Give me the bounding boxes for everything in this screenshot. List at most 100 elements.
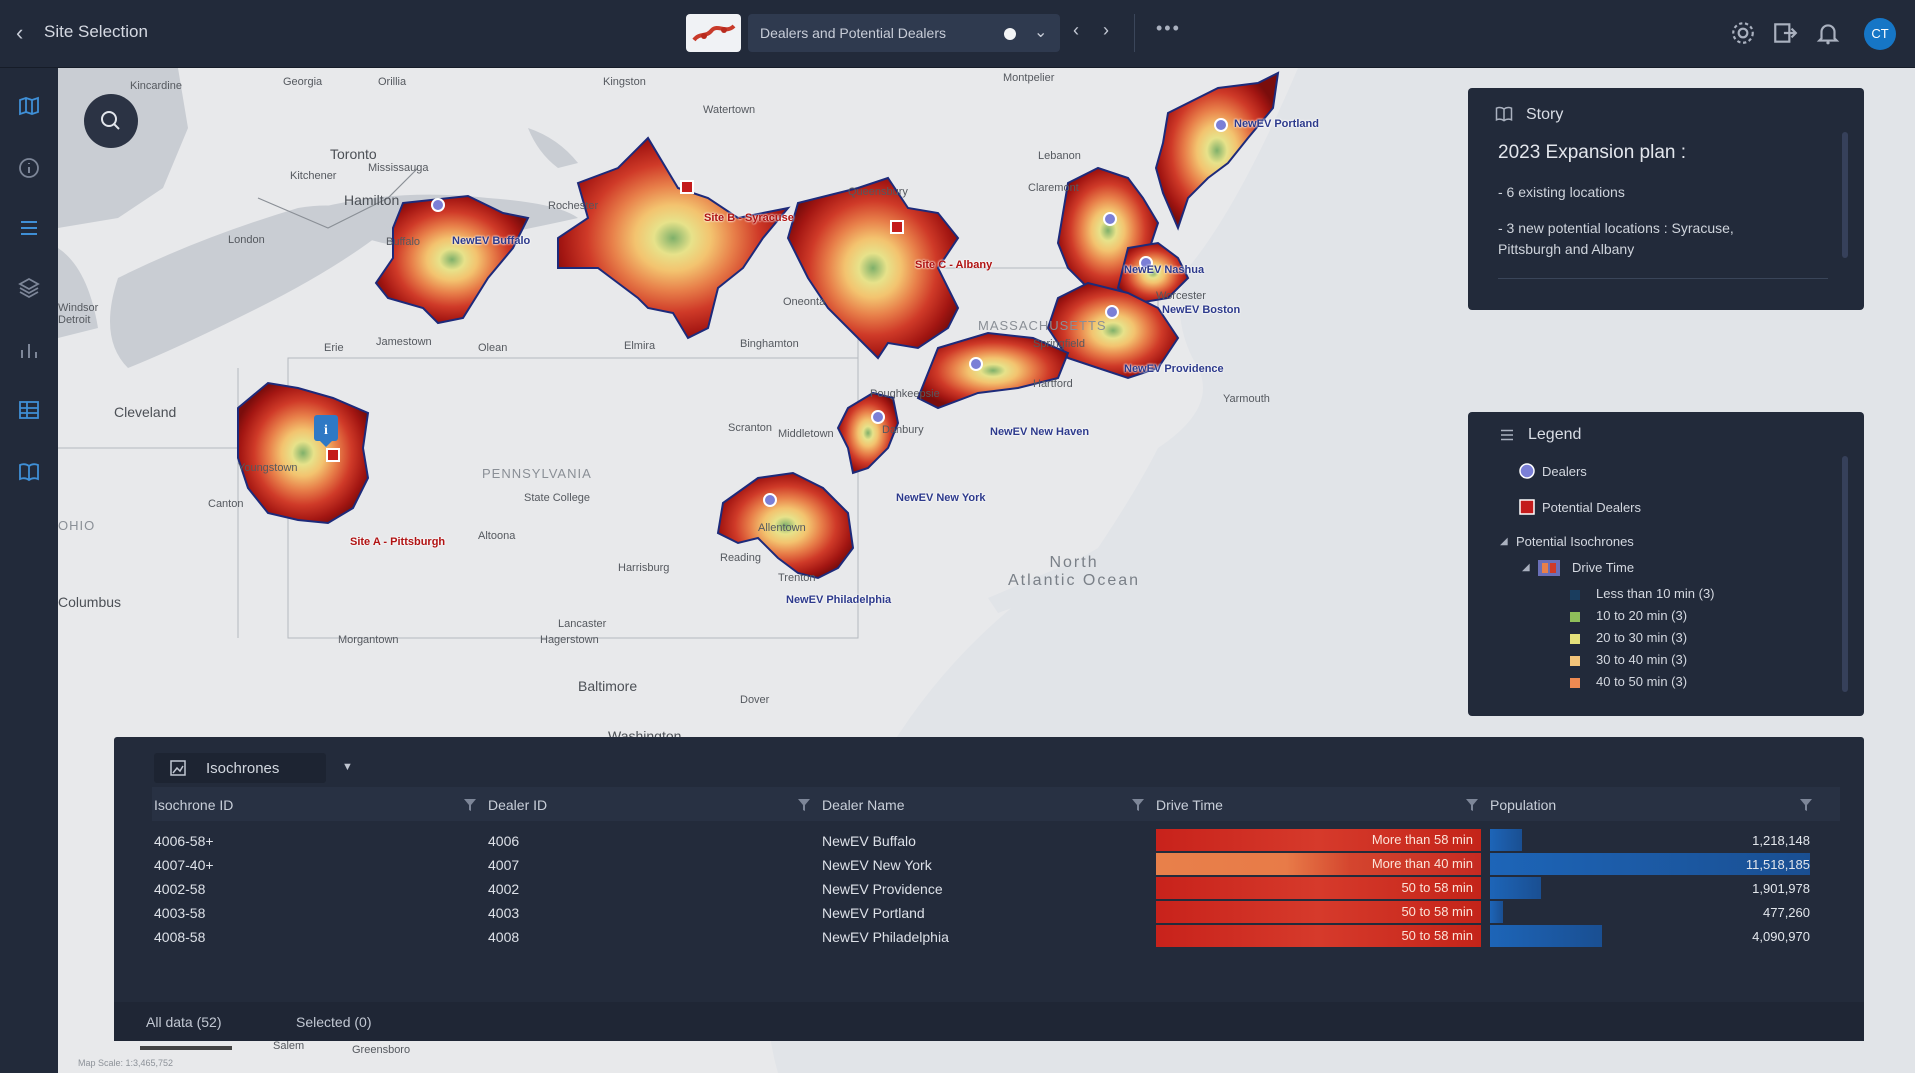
layer-select[interactable]: Isochrones ▼ [154, 753, 353, 783]
place-label: State College [524, 492, 591, 504]
population-value: 11,518,185 [1745, 857, 1810, 872]
tab-all-data[interactable]: All data (52) [146, 1014, 221, 1030]
story-select[interactable]: Dealers and Potential Dealers ⌄ [748, 14, 1060, 52]
place-label: London [228, 234, 265, 246]
chevron-down-icon[interactable]: ⌄ [1034, 22, 1047, 42]
map-search-button[interactable] [84, 94, 138, 148]
collapse-triangle-icon[interactable]: ◢ [1522, 562, 1530, 573]
ocean-label: North Atlantic Ocean [1008, 554, 1141, 589]
column-header[interactable]: Drive Time [1156, 797, 1223, 813]
story-book-icon[interactable] [17, 460, 41, 484]
avatar[interactable]: CT [1864, 18, 1896, 50]
table-row[interactable]: 4007-40+ 4007 NewEV New York More than 40 m… [152, 853, 1840, 877]
legend-potential-dealers: Potential Dealers [1542, 500, 1641, 515]
divider [1134, 14, 1135, 52]
chart-icon[interactable] [17, 338, 41, 362]
list-icon[interactable] [17, 216, 41, 240]
state-label: PENNSYLVANIA [482, 466, 592, 481]
story-heading: 2023 Expansion plan : [1498, 142, 1687, 163]
table-row[interactable]: 4002-58 4002 NewEV Providence 50 to 58 min 1… [152, 877, 1840, 901]
collapse-triangle-icon[interactable]: ◢ [1500, 536, 1508, 547]
isochrone-syracuse [557, 136, 791, 340]
place-label: Youngstown [238, 462, 298, 474]
place-label: Harrisburg [618, 562, 670, 574]
filter-icon[interactable] [464, 799, 476, 811]
dealer-marker-providence [1105, 305, 1119, 319]
next-arrow-icon[interactable]: › [1103, 20, 1109, 41]
drive-time-cell: More than 58 min [1156, 829, 1481, 851]
place-label: Olean [478, 342, 508, 354]
drive-time-cell: 50 to 58 min [1156, 877, 1481, 899]
table-icon[interactable] [17, 398, 41, 422]
table-cell: 4008 [488, 929, 520, 945]
place-label: Dover [740, 694, 770, 706]
story-thumbnail[interactable] [686, 14, 741, 52]
filter-icon[interactable] [1466, 799, 1478, 811]
drive-time-cell: 50 to 58 min [1156, 925, 1481, 947]
table-cell: 4007-40+ [154, 857, 214, 873]
table-cell: 4003 [488, 905, 520, 921]
filter-icon[interactable] [1800, 799, 1812, 811]
dealer-label: NewEV Buffalo [452, 235, 531, 247]
dealer-marker-new-haven [969, 357, 983, 371]
export-icon[interactable] [1772, 20, 1798, 46]
table-row[interactable]: 4006-58+ 4006 NewEV Buffalo More than 58 mi… [152, 829, 1840, 853]
population-value: 1,218,148 [1752, 833, 1810, 848]
tab-selected[interactable]: Selected (0) [296, 1014, 371, 1030]
left-sidebar [0, 68, 58, 1073]
column-header[interactable]: Dealer ID [488, 797, 547, 813]
legend-class-label: Less than 10 min (3) [1596, 586, 1715, 601]
place-label: Toronto [330, 146, 377, 162]
place-label: Montpelier [1003, 72, 1055, 84]
dealer-marker-new-york [871, 410, 885, 424]
table-row[interactable]: 4003-58 4003 NewEV Portland 50 to 58 min 477… [152, 901, 1840, 925]
info-icon[interactable] [17, 156, 41, 180]
potential-label: Site B - Syracuse [704, 212, 794, 224]
place-label: Binghamton [740, 338, 799, 350]
dealer-label: NewEV Boston [1162, 304, 1241, 316]
toggle-dot[interactable] [1004, 28, 1016, 40]
dealer-marker-philadelphia [763, 493, 777, 507]
place-label: Kincardine [130, 80, 182, 92]
legend-scrollbar[interactable] [1842, 456, 1848, 692]
filter-icon[interactable] [798, 799, 810, 811]
attribute-table: Isochrones ▼ Isochrone ID Dealer ID Deal… [114, 737, 1864, 1041]
population-value: 477,260 [1763, 905, 1810, 920]
place-label: Erie [324, 342, 344, 354]
drive-time-cell: 50 to 58 min [1156, 901, 1481, 923]
dealer-label: NewEV New York [896, 492, 986, 504]
table-cell: 4002-58 [154, 881, 206, 897]
story-select-label: Dealers and Potential Dealers [760, 25, 946, 41]
bell-icon[interactable] [1815, 20, 1841, 46]
legend-subgroup[interactable]: Drive Time [1572, 560, 1634, 575]
column-header[interactable]: Isochrone ID [154, 797, 233, 813]
dealer-marker-portland [1214, 118, 1228, 132]
dealer-marker-buffalo [431, 198, 445, 212]
column-header[interactable]: Population [1490, 797, 1556, 813]
place-label: Trenton [778, 572, 816, 584]
image-icon [170, 760, 186, 776]
drive-time-text: 50 to 58 min [1401, 904, 1473, 919]
legend-group[interactable]: Potential Isochrones [1516, 534, 1634, 549]
place-label: Middletown [778, 428, 834, 440]
story-scrollbar[interactable] [1842, 132, 1848, 258]
table-footer: All data (52) Selected (0) [114, 1002, 1864, 1041]
table-row[interactable]: 4008-58 4008 NewEV Philadelphia 50 to 58 mi… [152, 925, 1840, 949]
map-icon[interactable] [17, 94, 41, 118]
place-label: Kingston [603, 76, 646, 88]
previous-arrow-icon[interactable]: ‹ [1073, 20, 1079, 41]
layers-icon[interactable] [17, 276, 41, 300]
place-label: Poughkeepsie [870, 388, 940, 400]
place-label: Rochester [548, 200, 599, 212]
dealer-label: NewEV New Haven [990, 426, 1090, 438]
dealer-circle-icon [1519, 463, 1535, 479]
svg-text:i: i [324, 423, 328, 438]
dealer-marker-nashua [1103, 212, 1117, 226]
more-options-icon[interactable]: ••• [1156, 18, 1181, 39]
table-cell: NewEV Buffalo [822, 833, 916, 849]
filter-icon[interactable] [1132, 799, 1144, 811]
column-header[interactable]: Dealer Name [822, 797, 904, 813]
back-arrow-icon[interactable]: ‹ [16, 20, 23, 46]
place-label: Georgia [283, 76, 323, 88]
gear-icon[interactable] [1730, 20, 1756, 46]
